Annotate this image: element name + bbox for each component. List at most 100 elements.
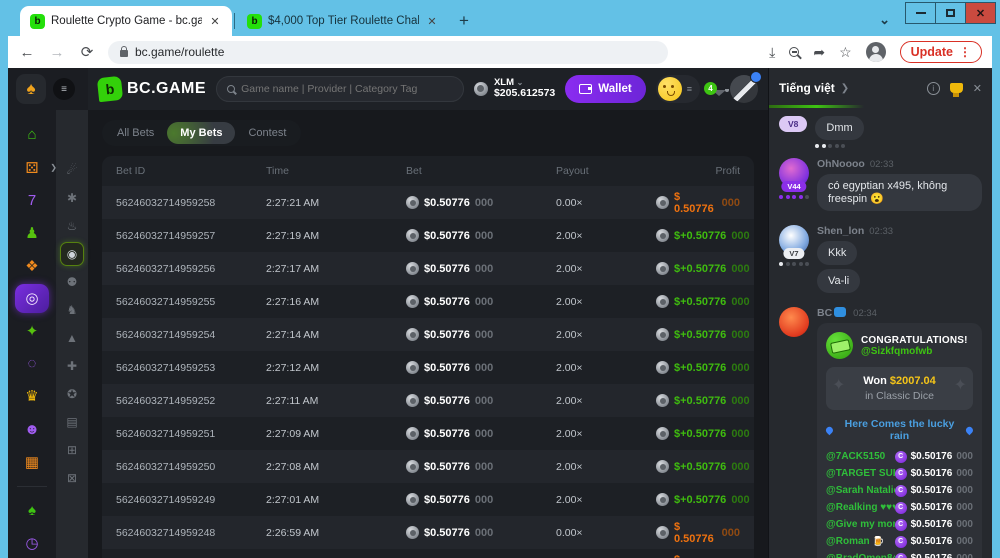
chat-language-label[interactable]: Tiếng việt (779, 81, 835, 95)
video-poker-icon[interactable]: ⊞ (60, 438, 84, 462)
username[interactable]: OhNoooo02:33 (817, 158, 982, 170)
browser-tab-active[interactable]: b Roulette Crypto Game - bc.game ✕ (20, 6, 232, 36)
tab-close-icon[interactable]: ✕ (425, 15, 439, 28)
chat-close-icon[interactable]: ✕ (973, 82, 982, 95)
col-payout: Payout (556, 165, 656, 177)
tab-all-bets[interactable]: All Bets (104, 122, 167, 144)
tab-search-chevron-icon[interactable]: ⌄ (879, 12, 890, 28)
bcgame-favicon: b (247, 14, 262, 29)
username[interactable]: Shen_lon02:33 (817, 225, 982, 237)
bookmark-star-icon[interactable]: ☆ (839, 44, 852, 61)
promotions-ticket-icon[interactable]: ❖ (15, 251, 49, 281)
profit-amount: $ 0.50776 (674, 191, 717, 215)
profile-avatar[interactable] (866, 42, 886, 62)
recipient-username[interactable]: @BradOmen84 (826, 553, 895, 558)
slots-seven-icon[interactable]: 7 (15, 185, 49, 215)
level-badge: V8 (779, 116, 807, 132)
save-page-icon[interactable]: ⤓ (769, 44, 775, 61)
bet-id-cell: 56246032714959255 (116, 296, 266, 308)
refer-friends-icon[interactable]: ☻ (15, 414, 49, 444)
avatar[interactable]: V7 (779, 225, 809, 255)
avatar[interactable] (779, 307, 809, 337)
maximize-button[interactable] (935, 2, 966, 24)
recent-clock-icon[interactable]: ◷ (15, 528, 49, 558)
lucky-rain-card: CONGRATULATIONS! @Sizkfqmofwb ✦ ✦ Won $2… (817, 323, 982, 558)
browser-menu-icon[interactable]: ⋮ (959, 45, 971, 59)
chat-rules-icon[interactable]: i (927, 82, 940, 95)
user-avatar[interactable] (730, 75, 758, 103)
live-casino-icon[interactable]: ♟ (15, 218, 49, 248)
casino-dice-icon[interactable]: ⚄❯ (15, 153, 49, 183)
recipient-username[interactable]: @TARGET SULT... (826, 468, 895, 479)
balance-selector[interactable]: XLM ⌄ $205.612573 (474, 78, 555, 100)
close-button[interactable]: ✕ (965, 2, 996, 24)
tab-close-icon[interactable]: ✕ (208, 15, 222, 28)
recipient-username[interactable]: @Sarah Natalie... (826, 485, 895, 496)
xlm-coin-icon (474, 82, 488, 96)
mines-icon[interactable]: ✚ (60, 354, 84, 378)
quest-widget[interactable]: ≡ (656, 75, 700, 103)
fairness-spade-icon[interactable]: ♠ (15, 496, 49, 526)
time-cell: 2:27:08 AM (266, 461, 406, 473)
casino-spade-icon[interactable]: ♠ (16, 74, 46, 104)
tab-contest[interactable]: Contest (235, 122, 299, 144)
profit-amount-trailing: 000 (731, 362, 749, 374)
profit-cell: $ 0.50776000 (656, 554, 740, 558)
widgets-icon[interactable]: ▦ (15, 447, 49, 477)
roulette-icon[interactable]: ◉ (60, 242, 84, 266)
rain-recipient-row: @7ACK5150C$0.50176000 (826, 448, 973, 465)
purple-coin-icon: C (895, 485, 907, 497)
url-bar[interactable]: bc.game/roulette (108, 41, 668, 64)
tab-title: Roulette Crypto Game - bc.game (51, 15, 202, 27)
avatar[interactable]: V44 (779, 158, 809, 188)
profit-amount: $+0.50776 (674, 263, 726, 275)
bonus-ring-icon[interactable]: ◌ (15, 349, 49, 379)
trophy-icon[interactable] (950, 83, 963, 93)
recipient-username[interactable]: @Realking ♥♥♥ (826, 502, 895, 513)
back-icon[interactable]: ← (18, 44, 36, 61)
plinko-icon[interactable]: ✱ (60, 186, 84, 210)
locked-game-icon[interactable]: ⊠ (60, 466, 84, 490)
zoom-icon[interactable] (789, 47, 799, 57)
keno-icon[interactable]: ♞ (60, 298, 84, 322)
chevron-right-icon[interactable]: ❯ (841, 83, 849, 94)
update-button[interactable]: Update ⋮ (900, 41, 982, 63)
recipient-username[interactable]: @Roman 🍺 (826, 536, 885, 547)
tower-icon[interactable]: ▤ (60, 410, 84, 434)
bcgame-logo[interactable]: b BC.GAME (98, 77, 206, 101)
payout-cell: 0.00× (556, 527, 656, 539)
crash-comet-icon[interactable]: ☄ (60, 158, 84, 182)
reload-icon[interactable]: ⟳ (78, 43, 96, 61)
recipient-username[interactable]: @Give my mon... (826, 519, 895, 530)
bet-amount: $0.50776 (424, 428, 470, 440)
amount-main: $0.50176 (911, 519, 953, 530)
vip-crown-icon[interactable]: ♛ (15, 382, 49, 412)
hash-dice-icon[interactable]: ♨ (60, 214, 84, 238)
new-tab-button[interactable]: + (459, 11, 469, 31)
payout-cell: 2.00× (556, 230, 656, 242)
minimize-button[interactable] (905, 2, 936, 24)
share-icon[interactable]: ➦ (813, 44, 825, 61)
home-icon[interactable]: ⌂ (15, 120, 49, 150)
bet-id-cell: 56246032714959251 (116, 428, 266, 440)
wallet-button[interactable]: Wallet (565, 75, 645, 103)
wheel-icon[interactable]: ✪ (60, 382, 84, 406)
forward-icon[interactable]: → (48, 44, 66, 61)
username[interactable]: BC02:34 (817, 307, 982, 319)
lottery-ticket-icon[interactable]: ✦ (15, 316, 49, 346)
search-input[interactable] (241, 83, 453, 95)
wager-dots (815, 144, 982, 148)
recipient-username[interactable]: @7ACK5150 (826, 451, 885, 462)
limbo-icon[interactable]: ▲ (60, 326, 84, 350)
winner-username[interactable]: @Sizkfqmofwb (861, 346, 968, 357)
degen-target-icon[interactable]: ◎ (15, 284, 49, 314)
bet-cell: $0.50776000 (406, 328, 556, 341)
browser-tab-inactive[interactable]: b $4,000 Top Tier Roulette Challen ✕ (237, 6, 449, 36)
sidebar-menu-icon[interactable]: ≡ (53, 78, 75, 100)
coinflip-icon[interactable]: ⚉ (60, 270, 84, 294)
chat-message-rain: BC02:34 CONGRATULATIONS! @Sizkfqmofwb ✦ … (779, 307, 982, 558)
game-search[interactable] (216, 76, 464, 102)
recipient-amount: C$0.50176000 (895, 468, 973, 480)
tab-my-bets[interactable]: My Bets (167, 122, 235, 144)
bcgame-app: ♠ ≡ ⌂⚄❯7♟❖◎✦◌♛☻▦♠◷ ☄✱♨◉⚉♞▲✚✪▤⊞⊠ b BC.GAM… (8, 68, 992, 558)
